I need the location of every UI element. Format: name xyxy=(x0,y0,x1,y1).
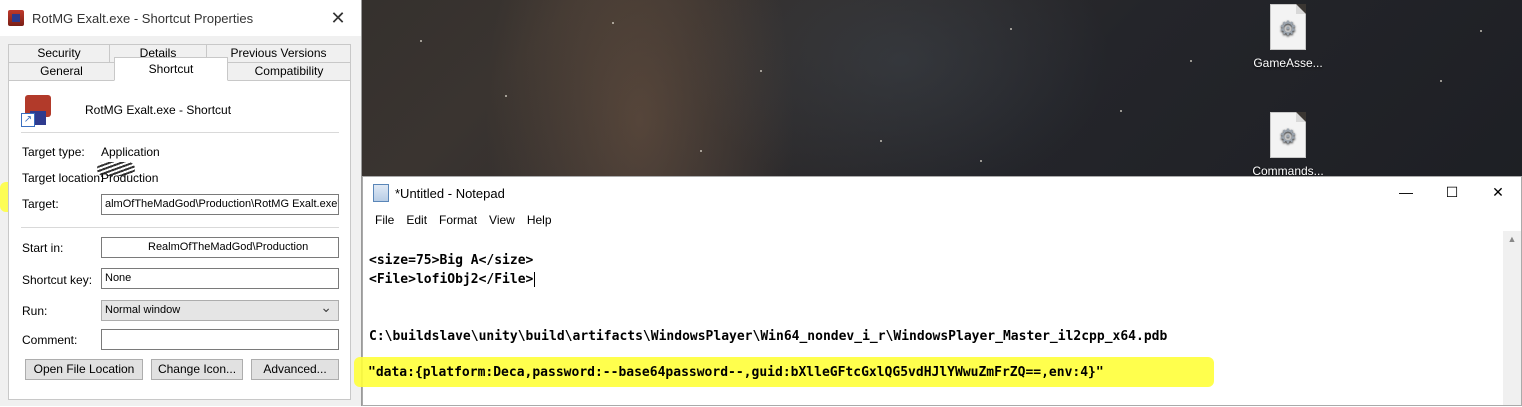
rotmg-app-icon xyxy=(8,10,24,26)
close-icon[interactable]: ✕ xyxy=(1475,177,1521,207)
tab-compatibility[interactable]: Compatibility xyxy=(227,62,351,81)
file-settings-icon: ⚙ xyxy=(1270,112,1306,158)
tab-strip: Security Details Previous Versions Gener… xyxy=(8,44,351,81)
advanced-button[interactable]: Advanced... xyxy=(251,359,339,380)
divider xyxy=(21,227,339,228)
close-icon[interactable]: ✕ xyxy=(321,4,355,32)
menu-edit[interactable]: Edit xyxy=(400,213,433,227)
menu-help[interactable]: Help xyxy=(521,213,558,227)
target-label: Target: xyxy=(22,197,59,211)
target-location-label: Target location: xyxy=(22,171,104,185)
menu-format[interactable]: Format xyxy=(433,213,483,227)
comment-label: Comment: xyxy=(22,333,78,347)
tab-general[interactable]: General xyxy=(8,62,115,81)
maximize-icon[interactable]: ☐ xyxy=(1429,177,1475,207)
text-line: "data:{platform:Deca,password:--base64pa… xyxy=(368,365,1104,380)
target-type-label: Target type: xyxy=(22,145,85,159)
open-file-location-button[interactable]: Open File Location xyxy=(25,359,143,380)
redaction-scribble xyxy=(97,162,135,176)
shortcut-app-icon: ↗ xyxy=(21,93,55,127)
text-line-with-caret: <File>lofiObj2</File> xyxy=(369,272,536,287)
desktop-icon-gameassets[interactable]: ⚙ GameAsse... xyxy=(1243,4,1333,70)
target-type-value: Application xyxy=(101,145,160,159)
run-label: Run: xyxy=(22,304,48,318)
shortcut-properties-dialog: RotMG Exalt.exe - Shortcut Properties ✕ … xyxy=(0,0,362,406)
shortcut-key-input[interactable]: None xyxy=(101,268,339,289)
menu-view[interactable]: View xyxy=(483,213,521,227)
notepad-menubar: File Edit Format View Help xyxy=(363,209,1521,231)
dialog-title: RotMG Exalt.exe - Shortcut Properties xyxy=(32,10,254,26)
notepad-titlebar[interactable]: *Untitled - Notepad — ☐ ✕ xyxy=(363,177,1521,209)
text-line: <size=75>Big A</size> xyxy=(369,253,534,268)
text-line: <File>lofiObj2</File> xyxy=(369,272,534,287)
vertical-scrollbar[interactable]: ▲ xyxy=(1503,231,1521,405)
notepad-icon xyxy=(373,184,389,202)
start-in-input[interactable]: RealmOfTheMadGod\Production xyxy=(101,237,339,258)
shortcut-name: RotMG Exalt.exe - Shortcut xyxy=(85,103,232,117)
change-icon-button[interactable]: Change Icon... xyxy=(151,359,243,380)
text-caret xyxy=(534,272,536,287)
desktop-icon-commands[interactable]: ⚙ Commands... xyxy=(1243,112,1333,178)
start-in-label: Start in: xyxy=(22,241,64,255)
target-input[interactable]: almOfTheMadGod\Production\RotMG Exalt.ex… xyxy=(101,194,339,215)
dialog-titlebar[interactable]: RotMG Exalt.exe - Shortcut Properties ✕ xyxy=(0,0,361,36)
shortcut-key-label: Shortcut key: xyxy=(22,273,93,287)
notepad-title: *Untitled - Notepad xyxy=(395,185,505,201)
comment-input[interactable] xyxy=(101,329,339,350)
scroll-up-icon[interactable]: ▲ xyxy=(1503,231,1521,247)
shortcut-tab-panel: ↗ RotMG Exalt.exe - Shortcut Target type… xyxy=(8,80,351,400)
tab-shortcut[interactable]: Shortcut xyxy=(114,57,228,81)
divider xyxy=(21,132,339,133)
desktop-icon-label: GameAsse... xyxy=(1253,56,1323,70)
text-line: C:\buildslave\unity\build\artifacts\Wind… xyxy=(369,329,1168,344)
tab-security[interactable]: Security xyxy=(8,44,110,63)
minimize-icon[interactable]: — xyxy=(1383,177,1429,207)
menu-file[interactable]: File xyxy=(369,213,400,227)
file-settings-icon: ⚙ xyxy=(1270,4,1306,50)
run-select[interactable]: Normal window xyxy=(101,300,339,321)
